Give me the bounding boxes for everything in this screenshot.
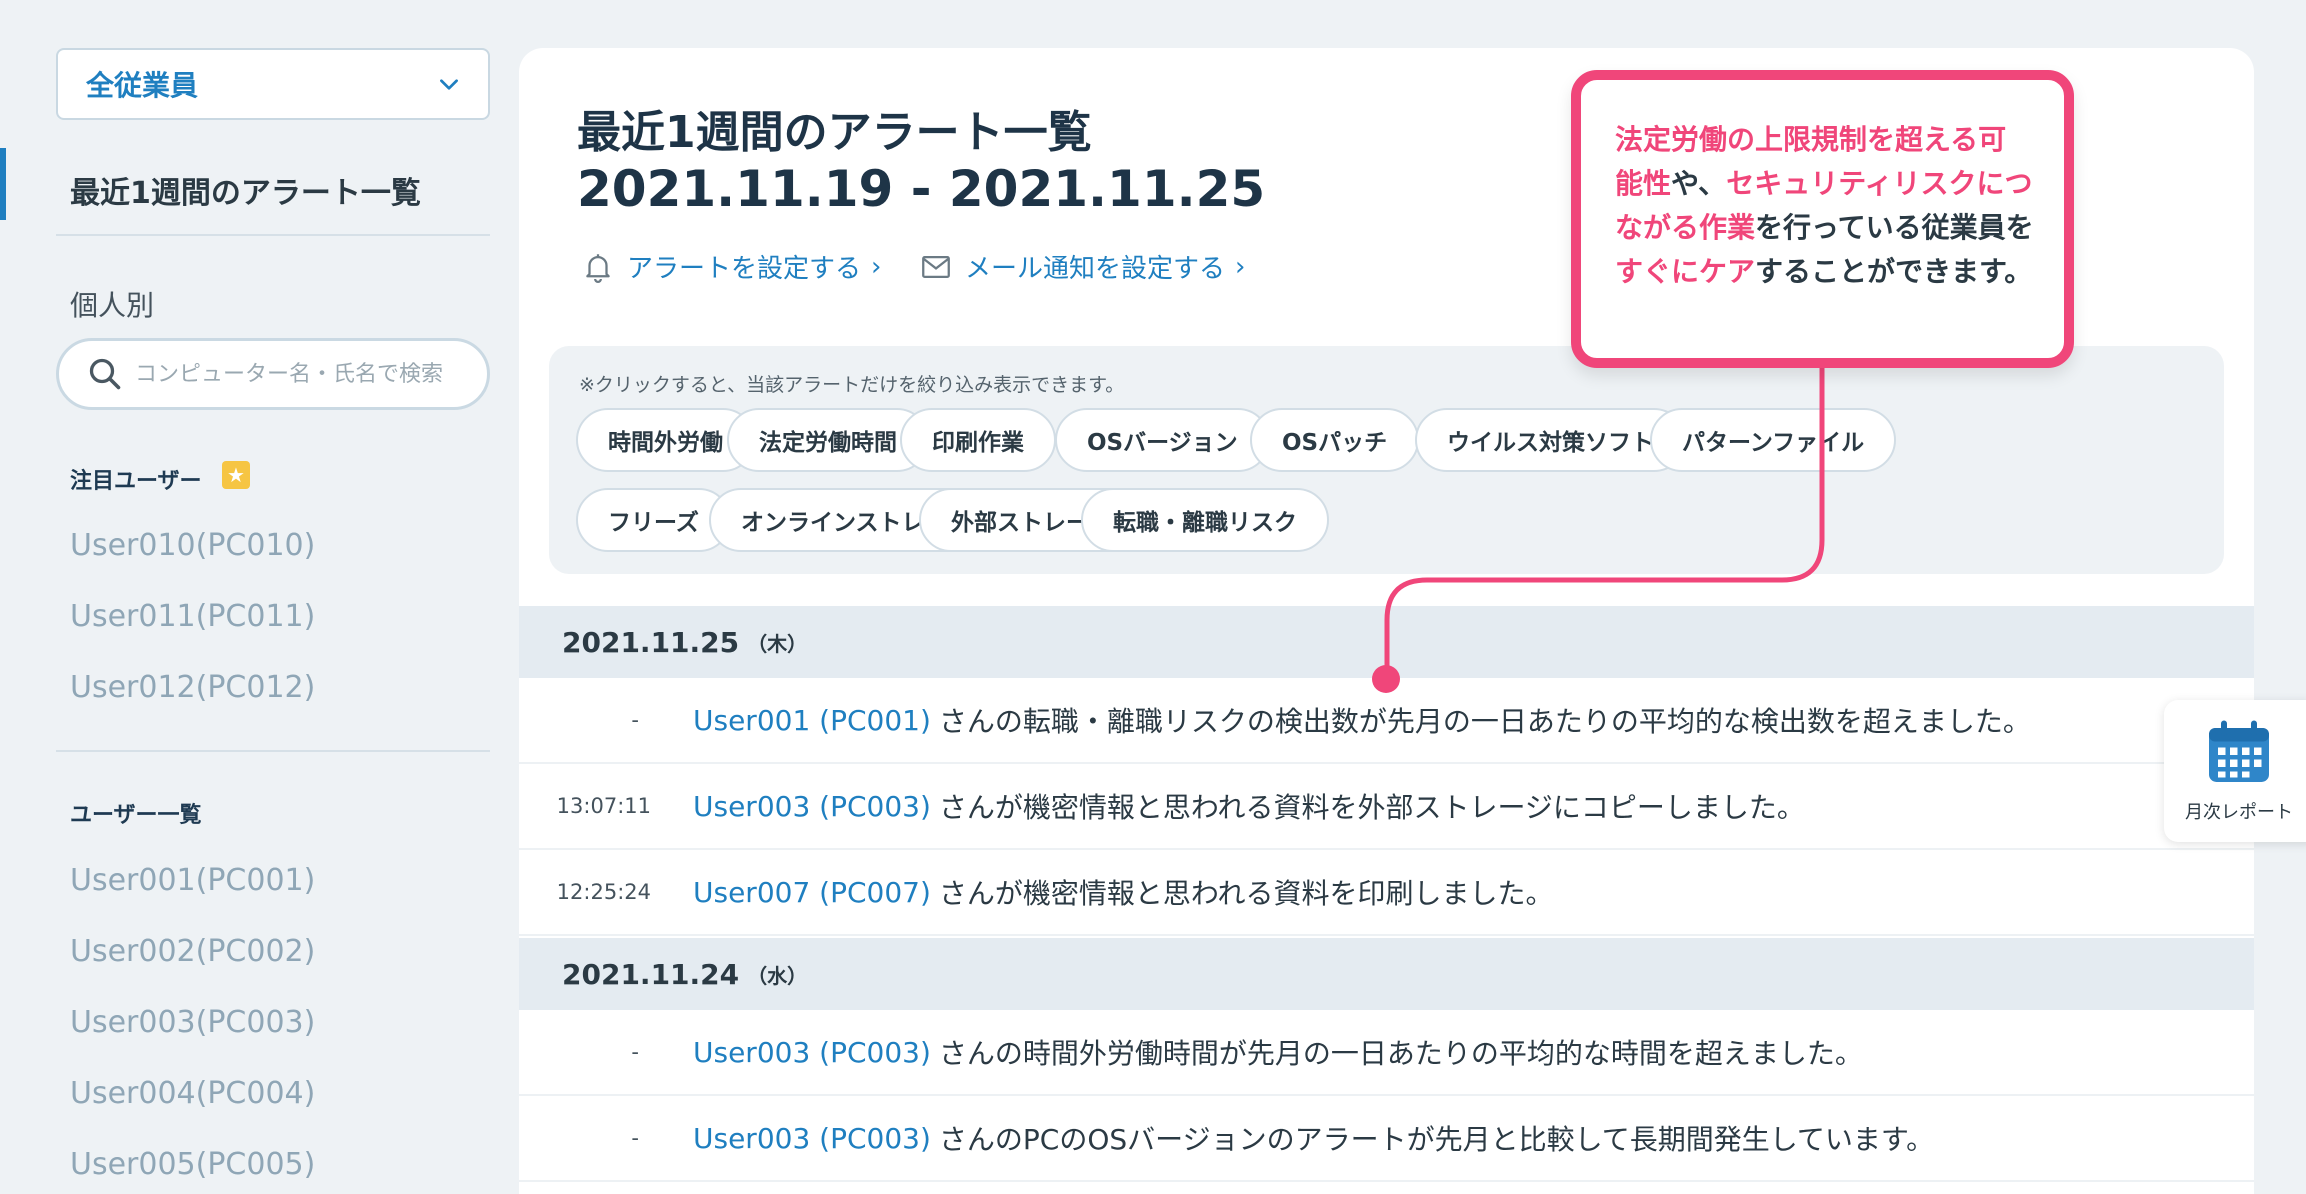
weekday-label: （木） (747, 631, 808, 656)
alert-setting-link[interactable]: アラートを設定する › (581, 248, 881, 285)
featured-user-link[interactable]: User011(PC011) (70, 599, 315, 634)
page-title: 最近1週間のアラート一覧 (577, 107, 1092, 158)
filter-chip-freeze[interactable]: フリーズ (576, 488, 731, 552)
alert-message: さんが機密情報と思われる資料を外部ストレージにコピーしました。 (938, 791, 1805, 824)
filter-chip-antivirus[interactable]: ウイルス対策ソフト (1415, 408, 1686, 472)
alert-message: さんのPCのOSバージョンのアラートが先月と比較して長期間発生しています。 (938, 1123, 1935, 1156)
filter-chip-printing[interactable]: 印刷作業 (900, 408, 1056, 472)
calendar-icon (2209, 720, 2269, 782)
featured-users-heading: 注目ユーザー (70, 469, 202, 494)
filter-chip-os-version[interactable]: OSバージョン (1055, 408, 1270, 472)
user-link[interactable]: User001(PC001) (70, 863, 315, 898)
date-label: 2021.11.25 (562, 625, 740, 659)
sidebar-divider (56, 750, 490, 752)
chevron-right-icon: › (871, 251, 882, 282)
active-indicator (0, 148, 6, 220)
sidebar: 全従業員 最近1週間のアラート一覧 個人別 注目ユーザー ★ User010(P… (0, 0, 500, 1194)
filter-chip-pattern-file[interactable]: パターンファイル (1650, 408, 1897, 472)
user-list-heading: ユーザー一覧 (70, 803, 202, 828)
chevron-right-icon: › (1235, 251, 1246, 282)
alert-time: - (631, 708, 639, 732)
alert-user-link[interactable]: User003 (PC003) (693, 790, 931, 823)
department-select-value: 全従業員 (86, 69, 199, 102)
mail-setting-link[interactable]: メール通知を設定する › (919, 248, 1245, 285)
weekday-label: （水） (747, 963, 808, 988)
alert-time: 13:07:11 (556, 794, 651, 818)
mail-setting-label: メール通知を設定する (965, 254, 1226, 284)
filter-chip-legal-hours[interactable]: 法定労働時間 (727, 408, 929, 472)
search-input[interactable] (135, 361, 475, 387)
alert-message: さんの時間外労働時間が先月の一日あたりの平均的な時間を超えました。 (938, 1037, 1863, 1070)
alert-message: さんの転職・離職リスクの検出数が先月の一日あたりの平均的な検出数を超えました。 (938, 705, 2031, 738)
chevron-down-icon (440, 79, 458, 90)
monthly-report-button[interactable]: 月次レポート (2164, 700, 2306, 842)
sidebar-divider (56, 234, 490, 236)
alert-row: - User003 (PC003) さんのPCのOSバージョンのアラートが先月と… (519, 1096, 2254, 1182)
date-header: 2021.11.25 （木） (519, 606, 2254, 678)
alert-setting-label: アラートを設定する (627, 254, 862, 284)
alert-row: - User001 (PC001) さんの転職・離職リスクの検出数が先月の一日あ… (519, 678, 2254, 764)
department-select[interactable]: 全従業員 (56, 48, 490, 120)
callout-text: を行っている従業員を (1755, 211, 2034, 244)
alert-row: 12:25:24 User007 (PC007) さんが機密情報と思われる資料を… (519, 850, 2254, 936)
alert-time: - (631, 1126, 639, 1150)
star-icon: ★ (222, 461, 250, 489)
callout-text: することができます。 (1755, 255, 2033, 288)
bell-icon (586, 253, 610, 283)
callout-text: や、 (1671, 167, 1727, 200)
feature-callout: 法定労働の上限規制を超える可能性や、セキュリティリスクにつながる作業を行っている… (1571, 70, 2074, 368)
sidebar-item-recent-alerts[interactable]: 最近1週間のアラート一覧 (0, 148, 490, 220)
user-link[interactable]: User004(PC004) (70, 1076, 315, 1111)
alert-user-link[interactable]: User001 (PC001) (693, 704, 931, 737)
date-label: 2021.11.24 (562, 957, 740, 991)
search-icon (89, 358, 121, 390)
date-header: 2021.11.24 （水） (519, 938, 2254, 1010)
user-link[interactable]: User003(PC003) (70, 1005, 315, 1040)
filter-chip-resignation-risk[interactable]: 転職・離職リスク (1081, 488, 1329, 552)
alert-user-link[interactable]: User003 (PC003) (693, 1122, 931, 1155)
filter-panel: ※クリックすると、当該アラートだけを絞り込み表示できます。 時間外労働 法定労働… (549, 346, 2224, 574)
sidebar-item-label: 最近1週間のアラート一覧 (70, 176, 421, 211)
user-link[interactable]: User002(PC002) (70, 934, 315, 969)
alert-user-link[interactable]: User003 (PC003) (693, 1036, 931, 1069)
alert-row: - User003 (PC003) さんの時間外労働時間が先月の一日あたりの平均… (519, 1010, 2254, 1096)
alert-message: さんが機密情報と思われる資料を印刷しました。 (938, 877, 1554, 910)
user-link[interactable]: User005(PC005) (70, 1147, 315, 1182)
featured-user-link[interactable]: User010(PC010) (70, 528, 315, 563)
user-search-box[interactable] (56, 338, 490, 410)
alert-user-link[interactable]: User007 (PC007) (693, 876, 931, 909)
individual-label: 個人別 (70, 289, 155, 322)
featured-user-link[interactable]: User012(PC012) (70, 670, 315, 705)
alert-time: 12:25:24 (556, 880, 651, 904)
date-range: 2021.11.19 - 2021.11.25 (577, 160, 1266, 218)
monthly-report-label: 月次レポート (2185, 802, 2293, 823)
alert-row: 13:07:11 User003 (PC003) さんが機密情報と思われる資料を… (519, 764, 2254, 850)
filter-note: ※クリックすると、当該アラートだけを絞り込み表示できます。 (579, 374, 1125, 396)
callout-highlight: すぐにケア (1615, 255, 1756, 288)
alert-time: - (631, 1040, 639, 1064)
mail-icon (922, 255, 950, 278)
filter-chip-os-patch[interactable]: OSパッチ (1250, 408, 1420, 472)
